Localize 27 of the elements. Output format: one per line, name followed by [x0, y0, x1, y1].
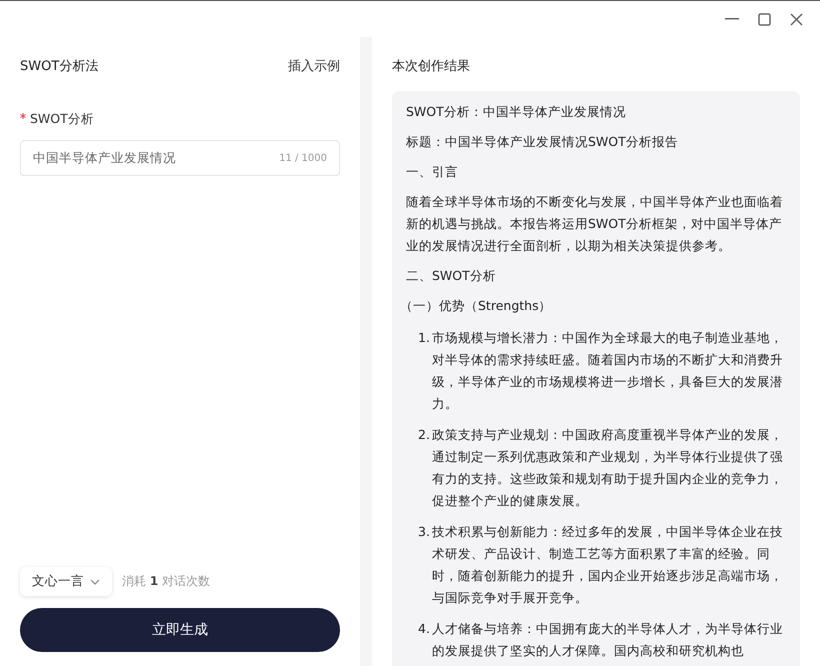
list-number: 3.: [418, 523, 431, 541]
list-number: 2.: [418, 426, 431, 444]
topic-input-field[interactable]: 中国半导体产业发展情况 11 / 1000: [20, 140, 340, 176]
model-dropdown[interactable]: 文心一言: [20, 567, 112, 596]
result-text: 二、SWOT分析: [406, 267, 497, 285]
field-label: SWOT分析: [20, 111, 94, 126]
chevron-down-icon: [90, 578, 100, 584]
form-title: SWOT分析法: [20, 58, 98, 75]
section-heading: （一）优势（Strengths）: [400, 297, 553, 315]
result-title: 本次创作结果: [392, 58, 471, 75]
list-number: 1.: [418, 329, 431, 347]
character-counter: 11 / 1000: [279, 152, 327, 164]
list-item-text: 政策支持与产业规划：中国政府高度重视半导体产业的发展，通过制定一系列优惠政策和产业规划，为半导体行业提供了强有力的支持。这些政策和规划有助于提升国内企业的竞争力，促进整个产业的健康发展。: [432, 426, 784, 510]
result-text: 随着全球半导体市场的不断变化与发展，中国半导体产业也面临着新的机遇与挑战。本报告将运用SWOT分析框架，对中国半导体产业的发展情况进行全面剖析，以期为相关决策提供参考。: [406, 193, 784, 255]
result-text: SWOT分析：中国半导体产业发展情况: [406, 103, 627, 121]
close-icon: [790, 12, 802, 26]
minimize-icon: [725, 18, 739, 20]
generate-button[interactable]: 立即生成: [20, 608, 340, 652]
usage-cost-text: 消耗 1 对话次数: [122, 573, 210, 590]
list-item-text: 人才储备与培养：中国拥有庞大的半导体人才，为半导体行业的发展提供了坚实的人才保障。国内高校和研究机构也: [432, 620, 784, 660]
maximize-icon: [758, 12, 770, 26]
result-text: 一、引言: [406, 163, 459, 181]
list-number: 4.: [418, 620, 431, 638]
result-text: 标题：中国半导体产业发展情况SWOT分析报告: [406, 133, 679, 151]
insert-example-link[interactable]: 插入示例: [288, 57, 340, 75]
list-item-text: 市场规模与增长潜力：中国作为全球最大的电子制造业基地，对半导体的需求持续旺盛。随着国内市场的不断扩大和消费升级，半导体产业的市场规模将进一步增长，具备巨大的发展潜力。: [432, 329, 784, 413]
list-item-text: 技术积累与创新能力：经过多年的发展，中国半导体企业在技术研发、产品设计、制造工艺等方面积累了丰富的经验。同时，随着创新能力的提升，国内企业开始逐步涉足高端市场，与国际竞争对手展开竞争。: [432, 523, 784, 607]
